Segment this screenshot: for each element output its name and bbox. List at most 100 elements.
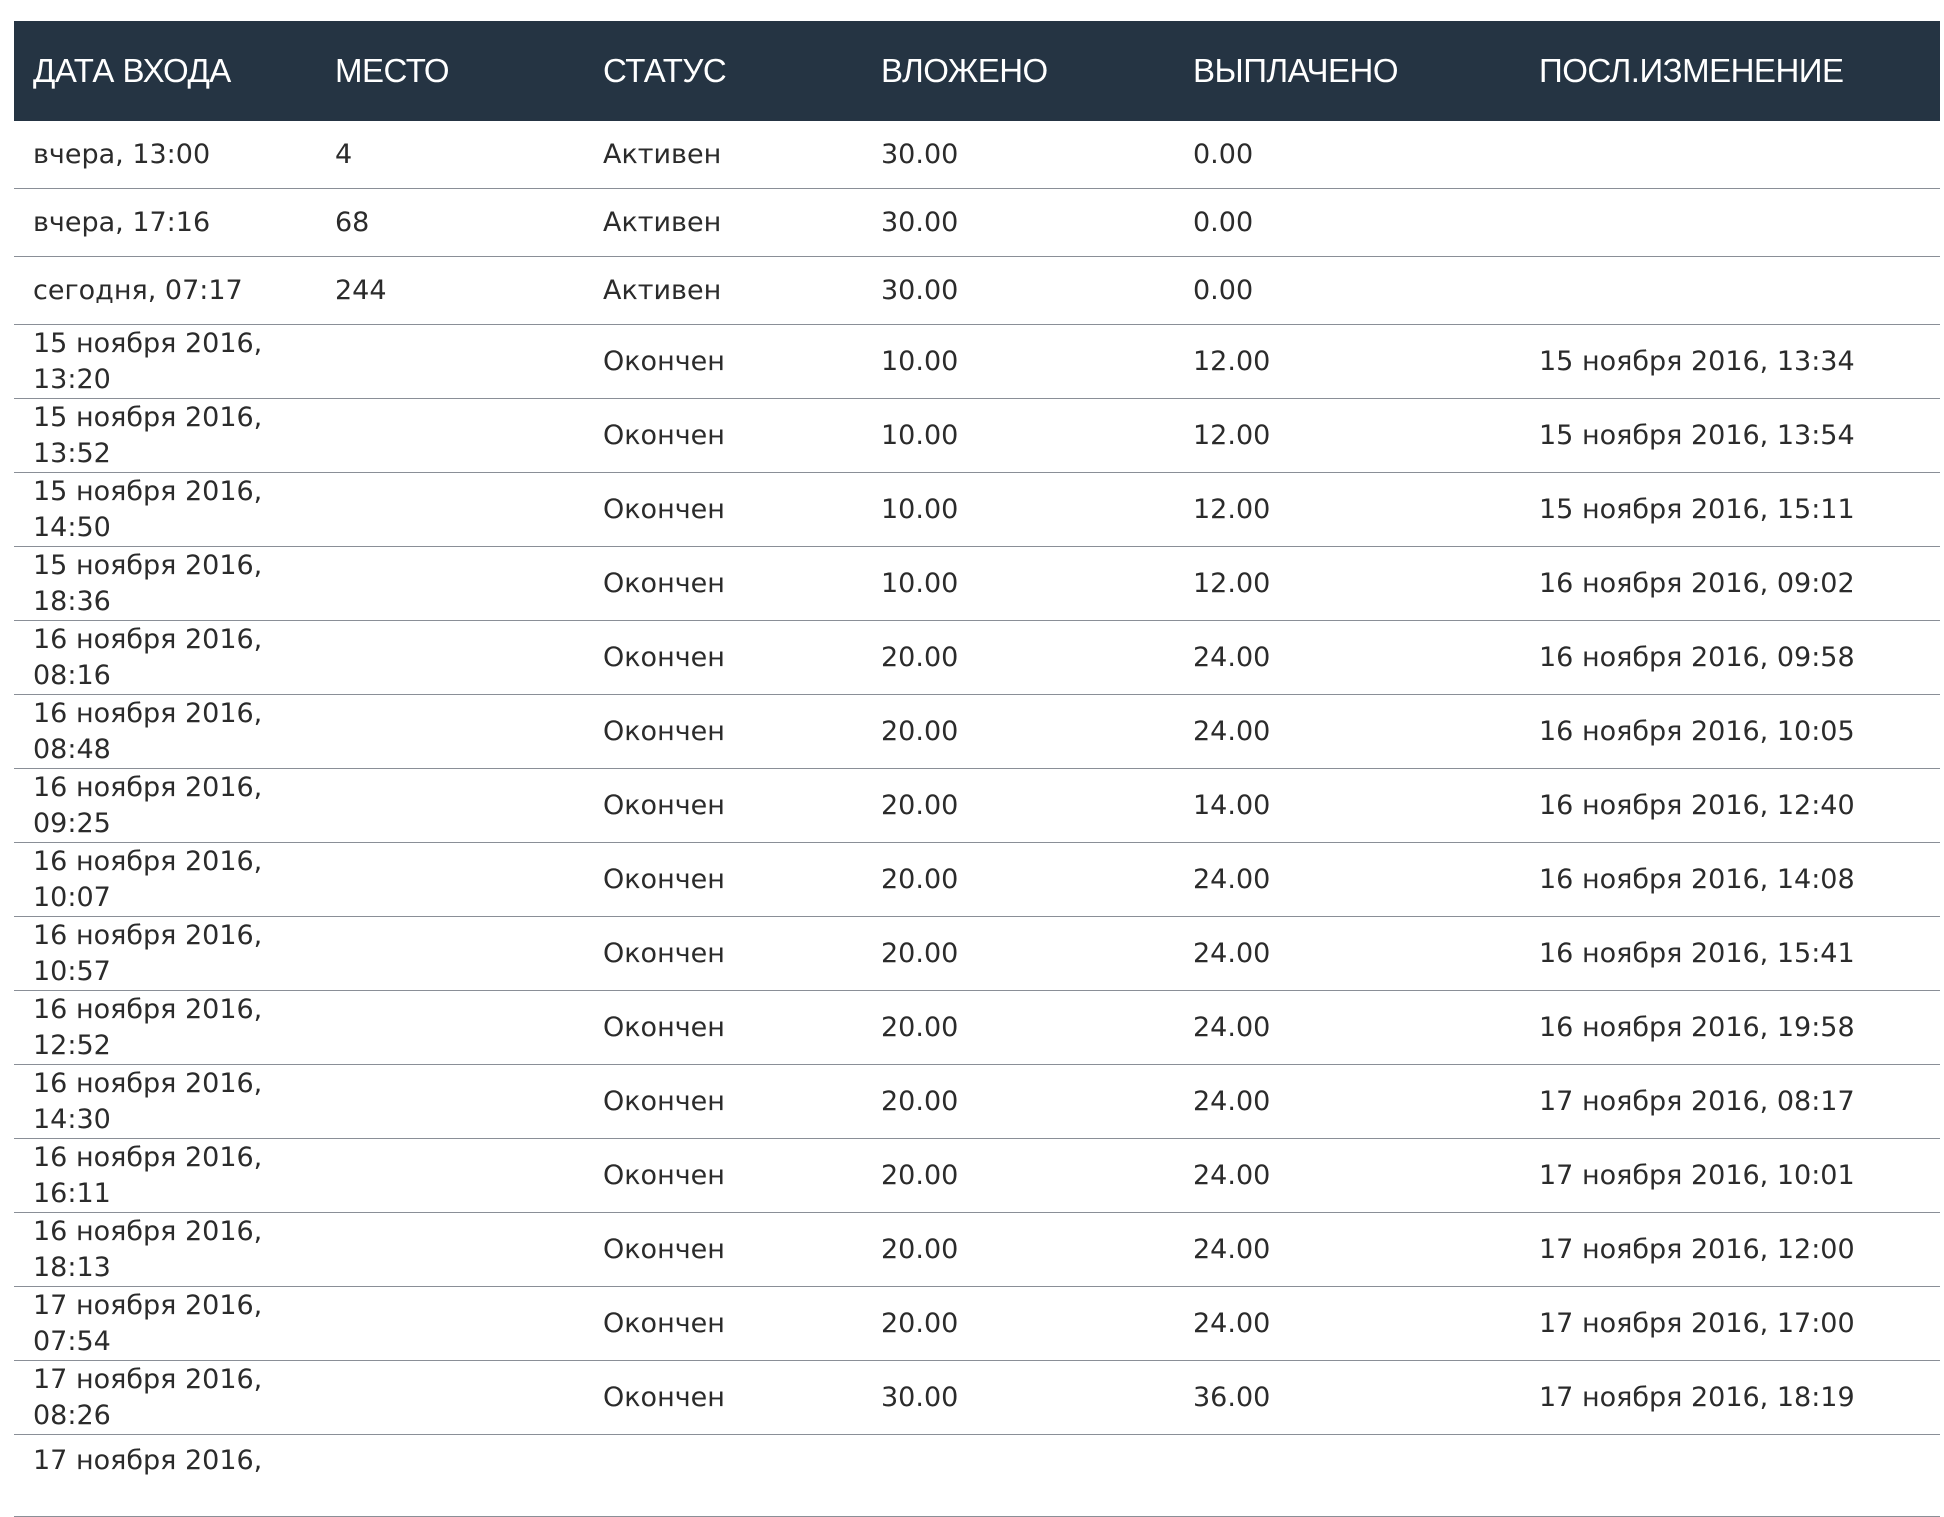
- table-row: 16 ноября 2016, 09:25 Окончен 20.00 14.00 16…: [14, 768, 1940, 843]
- column-last-change-cell: 17 ноября 2016, 10:01: [1520, 1138, 1940, 1213]
- column-place-cell: 244: [316, 256, 584, 325]
- column-paid-cell: 14.00: [1174, 768, 1520, 843]
- table-row: 15 ноября 2016, 18:36 Окончен 10.00 12.00 16…: [14, 546, 1940, 621]
- column-place-cell: [316, 1064, 584, 1139]
- column-last-change-cell: [1520, 188, 1940, 257]
- column-last-change-cell: [1520, 256, 1940, 325]
- column-paid-cell: 0.00: [1174, 256, 1520, 325]
- column-entry-date-cell: 16 ноября 2016, 16:11: [14, 1138, 316, 1213]
- column-invested-cell: 10.00: [862, 546, 1174, 621]
- header-row: ДАТА ВХОДА МЕСТО СТАТУС ВЛОЖЕНО ВЫПЛАЧЕНО ПОС…: [14, 21, 1940, 121]
- column-paid-cell: 24.00: [1174, 990, 1520, 1065]
- table-row: 16 ноября 2016, 08:48 Окончен 20.00 24.00 16…: [14, 694, 1940, 769]
- column-paid-cell: 0.00: [1174, 188, 1520, 257]
- column-place-cell: [316, 916, 584, 991]
- column-last-change-cell: 16 ноября 2016, 15:41: [1520, 916, 1940, 991]
- column-last-change-header[interactable]: ПОСЛ.ИЗМЕНЕНИЕ: [1520, 21, 1940, 121]
- table-body: вчера, 13:00 4 Активен 30.00 0.00 вчера, 17:1…: [14, 121, 1940, 1517]
- column-entry-date-cell: 16 ноября 2016, 18:13: [14, 1212, 316, 1287]
- column-status-cell: Окончен: [584, 398, 862, 473]
- column-invested-cell: 20.00: [862, 990, 1174, 1065]
- column-place-cell: [316, 1138, 584, 1213]
- table-row: 16 ноября 2016, 16:11 Окончен 20.00 24.00 17…: [14, 1138, 1940, 1213]
- column-entry-date-cell: 15 ноября 2016, 14:50: [14, 472, 316, 547]
- column-invested-cell: 20.00: [862, 842, 1174, 917]
- column-status-cell: Окончен: [584, 1064, 862, 1139]
- column-paid-cell: 36.00: [1174, 1360, 1520, 1435]
- column-paid-cell: 24.00: [1174, 694, 1520, 769]
- table-row: 17 ноября 2016, 08:26 Окончен 30.00 36.00 17…: [14, 1360, 1940, 1435]
- table-row: 16 ноября 2016, 18:13 Окончен 20.00 24.00 17…: [14, 1212, 1940, 1287]
- table-row: 15 ноября 2016, 13:52 Окончен 10.00 12.00 15…: [14, 398, 1940, 473]
- column-entry-date-cell: 16 ноября 2016, 10:57: [14, 916, 316, 991]
- column-status-cell: Активен: [584, 256, 862, 325]
- column-last-change-cell: 16 ноября 2016, 19:58: [1520, 990, 1940, 1065]
- column-status-cell: Окончен: [584, 990, 862, 1065]
- column-invested-cell: 20.00: [862, 1138, 1174, 1213]
- column-place-cell: [316, 1360, 584, 1435]
- column-place-cell: [316, 842, 584, 917]
- column-entry-date-cell: вчера, 17:16: [14, 188, 316, 257]
- column-entry-date-cell: вчера, 13:00: [14, 121, 316, 189]
- column-last-change-cell: 16 ноября 2016, 09:02: [1520, 546, 1940, 621]
- column-last-change-cell: 16 ноября 2016, 10:05: [1520, 694, 1940, 769]
- table-row: 17 ноября 2016, 07:54 Окончен 20.00 24.00 17…: [14, 1286, 1940, 1361]
- column-paid-cell: 12.00: [1174, 324, 1520, 399]
- table-row: 17 ноября 2016,: [14, 1434, 1940, 1517]
- table-header: ДАТА ВХОДА МЕСТО СТАТУС ВЛОЖЕНО ВЫПЛАЧЕНО ПОС…: [14, 21, 1940, 121]
- column-invested-cell: 10.00: [862, 472, 1174, 547]
- column-status-cell: Активен: [584, 121, 862, 189]
- column-invested-cell: 20.00: [862, 916, 1174, 991]
- column-place-cell: [316, 546, 584, 621]
- column-last-change-cell: 16 ноября 2016, 14:08: [1520, 842, 1940, 917]
- column-entry-date-cell: 16 ноября 2016, 08:16: [14, 620, 316, 695]
- column-status-cell: Окончен: [584, 694, 862, 769]
- column-status-cell: Окончен: [584, 472, 862, 547]
- column-paid-cell: 24.00: [1174, 916, 1520, 991]
- column-entry-date-cell: 15 ноября 2016, 13:20: [14, 324, 316, 399]
- column-status-cell: [584, 1434, 862, 1517]
- column-last-change-cell: [1520, 121, 1940, 189]
- column-place-cell: 68: [316, 188, 584, 257]
- column-entry-date-cell: 17 ноября 2016, 08:26: [14, 1360, 316, 1435]
- column-invested-cell: 30.00: [862, 256, 1174, 325]
- column-place-cell: [316, 324, 584, 399]
- table-row: 16 ноября 2016, 12:52 Окончен 20.00 24.00 16…: [14, 990, 1940, 1065]
- column-status-cell: Окончен: [584, 1212, 862, 1287]
- column-entry-date-cell: 17 ноября 2016, 07:54: [14, 1286, 316, 1361]
- table-row: вчера, 17:16 68 Активен 30.00 0.00: [14, 188, 1940, 257]
- column-paid-cell: [1174, 1434, 1520, 1517]
- column-invested-header[interactable]: ВЛОЖЕНО: [862, 21, 1174, 121]
- column-place-cell: [316, 620, 584, 695]
- column-paid-cell: 12.00: [1174, 398, 1520, 473]
- column-entry-date-cell: 16 ноября 2016, 14:30: [14, 1064, 316, 1139]
- column-invested-cell: 20.00: [862, 1212, 1174, 1287]
- history-table: ДАТА ВХОДА МЕСТО СТАТУС ВЛОЖЕНО ВЫПЛАЧЕНО ПОС…: [14, 21, 1940, 1517]
- table-row: 15 ноября 2016, 13:20 Окончен 10.00 12.00 15…: [14, 324, 1940, 399]
- column-invested-cell: 30.00: [862, 188, 1174, 257]
- table-row: вчера, 13:00 4 Активен 30.00 0.00: [14, 121, 1940, 189]
- column-entry-date-header[interactable]: ДАТА ВХОДА: [14, 21, 316, 121]
- column-status-cell: Окончен: [584, 1138, 862, 1213]
- column-paid-cell: 12.00: [1174, 546, 1520, 621]
- column-status-cell: Окончен: [584, 620, 862, 695]
- column-place-cell: [316, 1286, 584, 1361]
- column-last-change-cell: 15 ноября 2016, 13:34: [1520, 324, 1940, 399]
- column-last-change-cell: [1520, 1434, 1940, 1517]
- table-row: 16 ноября 2016, 14:30 Окончен 20.00 24.00 17…: [14, 1064, 1940, 1139]
- column-invested-cell: 30.00: [862, 121, 1174, 189]
- column-place-header[interactable]: МЕСТО: [316, 21, 584, 121]
- column-entry-date-cell: сегодня, 07:17: [14, 256, 316, 325]
- table-row: 16 ноября 2016, 08:16 Окончен 20.00 24.00 16…: [14, 620, 1940, 695]
- column-status-header[interactable]: СТАТУС: [584, 21, 862, 121]
- column-last-change-cell: 17 ноября 2016, 18:19: [1520, 1360, 1940, 1435]
- column-paid-header[interactable]: ВЫПЛАЧЕНО: [1174, 21, 1520, 121]
- column-last-change-cell: 16 ноября 2016, 09:58: [1520, 620, 1940, 695]
- table-row: 16 ноября 2016, 10:07 Окончен 20.00 24.00 16…: [14, 842, 1940, 917]
- column-paid-cell: 12.00: [1174, 472, 1520, 547]
- column-entry-date-cell: 17 ноября 2016,: [14, 1434, 316, 1517]
- column-paid-cell: 24.00: [1174, 1286, 1520, 1361]
- column-paid-cell: 24.00: [1174, 1064, 1520, 1139]
- column-place-cell: [316, 990, 584, 1065]
- column-paid-cell: 24.00: [1174, 842, 1520, 917]
